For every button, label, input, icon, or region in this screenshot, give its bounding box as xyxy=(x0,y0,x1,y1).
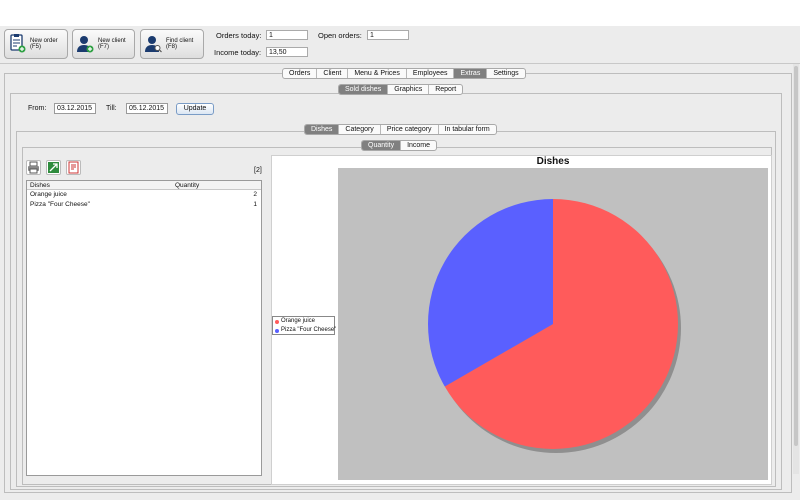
legend-item: Orange juice xyxy=(273,317,334,326)
income-today-label: Income today: xyxy=(214,48,262,57)
vertical-scrollbar[interactable] xyxy=(793,64,799,474)
tab-orders[interactable]: Orders xyxy=(283,69,318,78)
tab-dishes[interactable]: Dishes xyxy=(305,125,340,134)
pdf-export-icon[interactable] xyxy=(66,160,81,175)
dish-name: Pizza "Four Cheese" xyxy=(30,201,90,208)
dish-quantity: 1 xyxy=(253,201,257,208)
open-orders-value: 1 xyxy=(367,30,409,40)
tab-extras[interactable]: Extras xyxy=(454,69,488,78)
till-label: Till: xyxy=(106,105,117,112)
legend-swatch xyxy=(275,320,279,324)
tab-graphics[interactable]: Graphics xyxy=(388,85,430,94)
dishes-table: Dishes Quantity Orange juice 2 Pizza "Fo… xyxy=(26,180,262,476)
column-quantity[interactable]: Quantity xyxy=(175,181,199,190)
till-date-field[interactable]: 05.12.2015 xyxy=(126,103,168,114)
find-client-icon xyxy=(145,34,162,54)
income-today-value: 13,50 xyxy=(266,47,308,57)
legend-label: Pizza "Four Cheese" xyxy=(281,327,337,333)
title-area xyxy=(0,0,800,26)
toolbar: New order (F5) New client (F7) Find clie… xyxy=(0,26,800,64)
excel-export-icon[interactable] xyxy=(46,160,61,175)
metric-tabs: Quantity Income xyxy=(361,140,438,151)
tab-menu-prices[interactable]: Menu & Prices xyxy=(348,69,407,78)
tab-category[interactable]: Category xyxy=(339,125,381,134)
new-order-label: New order (F5) xyxy=(30,38,58,50)
update-button[interactable]: Update xyxy=(176,103,214,115)
orders-today-label: Orders today: xyxy=(216,31,262,40)
table-row[interactable]: Orange juice 2 xyxy=(27,190,261,200)
pie-chart xyxy=(428,199,681,453)
table-header: Dishes Quantity xyxy=(27,181,261,190)
legend-swatch xyxy=(275,329,279,333)
from-label: From: xyxy=(28,105,47,112)
open-orders-label: Open orders: xyxy=(318,31,362,40)
new-order-button[interactable]: New order (F5) xyxy=(4,29,68,59)
new-client-button[interactable]: New client (F7) xyxy=(72,29,135,59)
find-client-label: Find client (F8) xyxy=(166,38,194,50)
main-tabs: Orders Client Menu & Prices Employees Ex… xyxy=(282,68,526,79)
legend-item: Pizza "Four Cheese" xyxy=(273,326,337,335)
print-icon[interactable] xyxy=(26,160,41,175)
new-order-icon xyxy=(9,34,26,54)
plot-area xyxy=(338,168,768,480)
tab-report[interactable]: Report xyxy=(429,85,462,94)
new-client-icon xyxy=(77,34,94,54)
tab-settings[interactable]: Settings xyxy=(487,69,524,78)
orders-today-value: 1 xyxy=(266,30,308,40)
tab-client[interactable]: Client xyxy=(317,69,349,78)
legend-label: Orange juice xyxy=(281,318,316,324)
from-date-field[interactable]: 03.12.2015 xyxy=(54,103,96,114)
find-client-button[interactable]: Find client (F8) xyxy=(140,29,204,59)
tab-price-category[interactable]: Price category xyxy=(381,125,439,134)
dish-name: Orange juice xyxy=(30,191,67,198)
tab-tabular-form[interactable]: In tabular form xyxy=(439,125,496,134)
tab-sold-dishes[interactable]: Sold dishes xyxy=(339,85,389,94)
tab-employees[interactable]: Employees xyxy=(407,69,455,78)
column-dishes[interactable]: Dishes xyxy=(30,181,50,190)
table-row[interactable]: Pizza "Four Cheese" 1 xyxy=(27,200,261,210)
dish-quantity: 2 xyxy=(253,191,257,198)
tab-quantity[interactable]: Quantity xyxy=(362,141,402,150)
scrollbar-thumb[interactable] xyxy=(794,66,798,446)
chart-legend: Orange juice Pizza "Four Cheese" xyxy=(272,316,337,335)
category-tabs: Dishes Category Price category In tabula… xyxy=(304,124,497,135)
chart-title: Dishes xyxy=(536,156,570,167)
sub-tabs: Sold dishes Graphics Report xyxy=(338,84,464,95)
new-client-label: New client (F7) xyxy=(98,38,126,50)
item-count: [2] xyxy=(254,167,262,174)
tab-income[interactable]: Income xyxy=(401,141,436,150)
